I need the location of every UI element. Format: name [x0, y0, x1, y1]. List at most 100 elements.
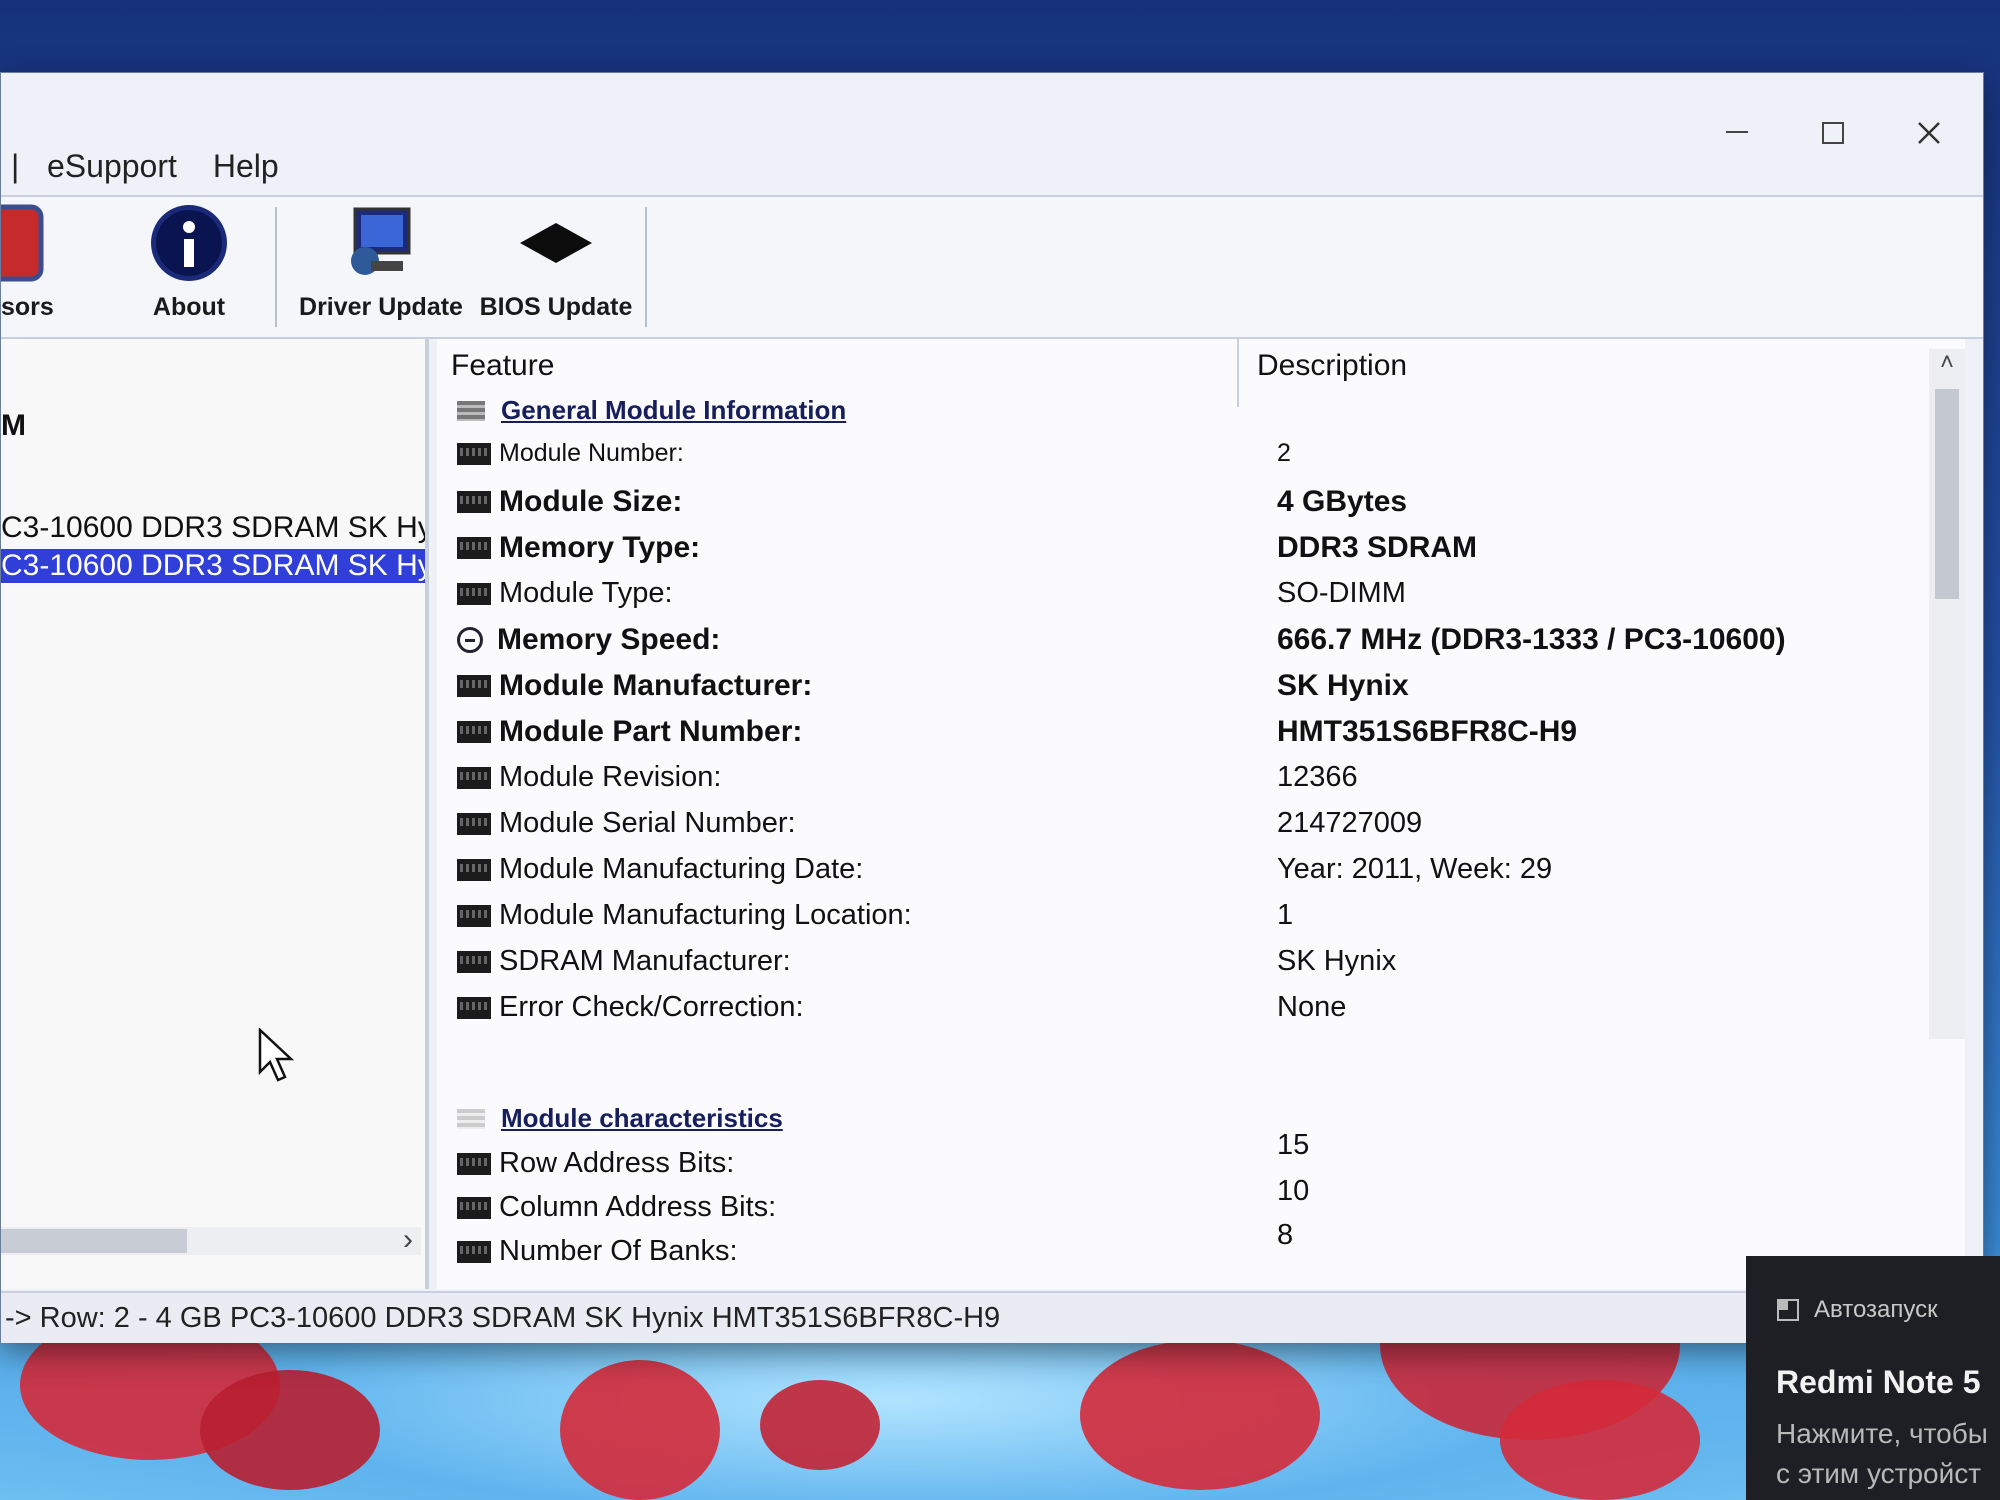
- memory-module-icon: [457, 1152, 491, 1175]
- menu-esupport[interactable]: eSupport: [47, 148, 177, 185]
- memory-module-icon: [457, 537, 491, 559]
- maximize-icon: [1822, 122, 1844, 144]
- tree-item-module-1[interactable]: C3-10600 DDR3 SDRAM SK Hy: [1, 511, 425, 545]
- row-value: HMT351S6BFR8C-H9: [1277, 715, 1578, 748]
- autoplay-notification[interactable]: Автозапуск Redmi Note 5 Нажмите, чтобы с…: [1746, 1256, 2000, 1500]
- table-row[interactable]: Module Revision: 12366: [457, 761, 1907, 801]
- row-value: 15: [1277, 1129, 1310, 1161]
- row-feature: Module Number:: [457, 439, 684, 468]
- section-title-characteristics: Module characteristics: [501, 1103, 783, 1133]
- row-value: 1: [1277, 899, 1294, 931]
- table-row[interactable]: Module Type: SO-DIMM: [457, 577, 1907, 617]
- tree-horizontal-scrollbar[interactable]: ›: [1, 1223, 421, 1256]
- feature-label: Number Of Banks:: [499, 1235, 738, 1267]
- minimize-button[interactable]: [1707, 111, 1767, 155]
- column-header-feature[interactable]: Feature: [451, 339, 554, 393]
- sensors-button[interactable]: sors: [1, 203, 61, 331]
- toolbar-separator: [275, 207, 277, 327]
- close-button[interactable]: [1899, 111, 1959, 155]
- row-feature: Memory Type:: [457, 531, 700, 565]
- feature-label: Module Size:: [499, 485, 683, 518]
- memory-module-icon: [457, 442, 491, 465]
- sensors-icon: [1, 203, 81, 283]
- feature-label: Error Check/Correction:: [499, 991, 804, 1023]
- table-row[interactable]: Column Address Bits: 10: [457, 1175, 1907, 1231]
- table-row[interactable]: Module Manufacturing Date: Year: 2011, W…: [457, 853, 1907, 893]
- row-value: SK Hynix: [1277, 945, 1397, 977]
- row-feature: Number Of Banks:: [457, 1235, 738, 1268]
- feature-label: Column Address Bits:: [499, 1191, 777, 1223]
- row-value: 666.7 MHz (DDR3-1333 / PC3-10600): [1277, 623, 1786, 656]
- memory-module-icon: [457, 721, 491, 743]
- mouse-cursor-icon: [258, 1028, 295, 1082]
- scroll-right-arrow[interactable]: ›: [403, 1223, 413, 1257]
- row-value: 12366: [1277, 761, 1358, 793]
- table-row[interactable]: Module Size: 4 GBytes: [457, 485, 1907, 525]
- section-icon: [457, 400, 485, 421]
- memory-module-icon: [457, 996, 491, 1019]
- menu-help[interactable]: Help: [213, 148, 279, 185]
- section-icon: [457, 1108, 485, 1129]
- table-row[interactable]: Module Number: 2: [457, 439, 1907, 479]
- toast-body-line: с этим устройст: [1776, 1458, 1982, 1489]
- tree-pane: M C3-10600 DDR3 SDRAM SK Hy C3-10600 DDR…: [1, 339, 429, 1289]
- row-feature: Error Check/Correction:: [457, 991, 804, 1024]
- bios-update-button[interactable]: BIOS Update: [479, 203, 633, 331]
- row-feature: Module Manufacturing Date:: [457, 853, 863, 886]
- memory-module-icon: [457, 904, 491, 927]
- feature-label: Module Manufacturer:: [499, 669, 813, 702]
- feature-label: Module Manufacturing Location:: [499, 899, 912, 931]
- tree-item-module-2-selected[interactable]: C3-10600 DDR3 SDRAM SK Hy: [1, 549, 425, 583]
- info-icon: [149, 203, 229, 283]
- table-row[interactable]: Module Serial Number: 214727009: [457, 807, 1907, 847]
- table-row[interactable]: Memory Type: DDR3 SDRAM: [457, 531, 1907, 571]
- row-value: SO-DIMM: [1277, 577, 1406, 609]
- column-header-description[interactable]: Description: [1257, 339, 1407, 393]
- section-row: Module characteristics: [457, 1103, 1907, 1143]
- driver-update-button[interactable]: Driver Update: [299, 203, 463, 331]
- about-button[interactable]: About: [129, 203, 249, 331]
- autoplay-icon: [1777, 1299, 1799, 1321]
- memory-module-icon: [457, 812, 491, 835]
- table-row[interactable]: Row Address Bits: 15: [457, 1129, 1907, 1187]
- scroll-up-arrow[interactable]: ˄: [1929, 349, 1965, 377]
- row-feature: Memory Speed:: [457, 623, 720, 657]
- menu-item-clipped[interactable]: |: [11, 148, 25, 185]
- feature-label: Row Address Bits:: [499, 1147, 735, 1179]
- table-row[interactable]: Memory Speed: 666.7 MHz (DDR3-1333 / PC3…: [457, 623, 1907, 663]
- scrollbar-thumb[interactable]: [1, 1229, 187, 1253]
- scrollbar-thumb[interactable]: [1935, 389, 1959, 599]
- row-value: SK Hynix: [1277, 669, 1409, 702]
- memory-module-icon: [457, 491, 491, 513]
- minimize-icon: [1726, 131, 1748, 133]
- feature-label: SDRAM Manufacturer:: [499, 945, 791, 977]
- row-feature: Module Serial Number:: [457, 807, 796, 840]
- bios-update-label: BIOS Update: [479, 293, 633, 321]
- section-row: General Module Information: [457, 395, 1907, 435]
- memory-module-icon: [457, 766, 491, 789]
- row-feature: Module Size:: [457, 485, 682, 519]
- details-vertical-scrollbar[interactable]: ˄: [1929, 349, 1965, 1039]
- feature-label: Module Revision:: [499, 761, 722, 793]
- status-bar: -> Row: 2 - 4 GB PC3-10600 DDR3 SDRAM SK…: [1, 1291, 1983, 1343]
- table-row[interactable]: Module Part Number: HMT351S6BFR8C-H9: [457, 715, 1907, 755]
- table-row[interactable]: Module Manufacturer: SK Hynix: [457, 669, 1907, 709]
- speed-gauge-icon: [457, 627, 483, 653]
- menu-bar: | eSupport Help: [1, 143, 315, 189]
- chip-icon: [516, 203, 596, 283]
- toast-title: Redmi Note 5: [1776, 1364, 1981, 1400]
- tree-item-clipped[interactable]: M: [1, 409, 26, 443]
- feature-label: Memory Type:: [499, 531, 701, 564]
- close-icon: [1918, 122, 1940, 144]
- table-row[interactable]: Error Check/Correction: None: [457, 991, 1907, 1031]
- feature-label: Module Serial Number:: [499, 807, 796, 839]
- row-value: 214727009: [1277, 807, 1423, 839]
- row-value: Year: 2011, Week: 29: [1277, 853, 1553, 885]
- memory-module-icon: [457, 858, 491, 881]
- table-row[interactable]: SDRAM Manufacturer: SK Hynix: [457, 945, 1907, 985]
- table-row[interactable]: Module Manufacturing Location: 1: [457, 899, 1907, 939]
- row-value: 2: [1277, 439, 1291, 467]
- table-row[interactable]: Number Of Banks: 8: [457, 1219, 1907, 1275]
- feature-label: Module Manufacturing Date:: [499, 853, 864, 885]
- maximize-button[interactable]: [1803, 111, 1863, 155]
